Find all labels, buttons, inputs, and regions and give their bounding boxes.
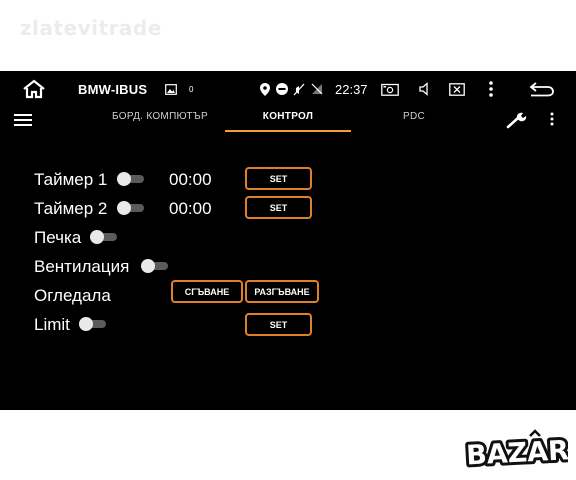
heater-label: Печка <box>34 228 82 247</box>
status-bar: BMW-IBUS 0 22:37 <box>0 71 576 107</box>
mirrors-label: Огледала <box>34 286 111 305</box>
timer1-time: 00:00 <box>169 170 212 189</box>
notification-count: 0 <box>189 84 194 94</box>
back-icon[interactable] <box>526 71 558 107</box>
svg-text:BAZAR: BAZAR <box>465 435 568 471</box>
timer1-set-button[interactable]: SET <box>245 167 312 190</box>
heater-toggle[interactable] <box>90 230 118 244</box>
limit-set-button[interactable]: SET <box>245 313 312 336</box>
wrench-icon[interactable] <box>506 111 528 129</box>
mute-icon <box>292 71 306 107</box>
mirrors-unfold-button[interactable]: РАЗГЪВАНЕ <box>245 280 319 303</box>
timer2-time: 00:00 <box>169 199 212 218</box>
ventilation-toggle[interactable] <box>141 259 169 273</box>
no-signal-icon <box>310 71 324 107</box>
timer1-toggle[interactable] <box>117 172 145 186</box>
hamburger-menu-icon[interactable] <box>14 113 32 127</box>
clock: 22:37 <box>335 81 368 97</box>
tab-bar: БОРД. КОМПЮТЪР КОНТРОЛ PDC <box>0 107 576 133</box>
active-tab-indicator <box>225 130 351 132</box>
location-icon <box>259 71 271 107</box>
volume-icon[interactable] <box>416 71 434 107</box>
timer2-toggle[interactable] <box>117 201 145 215</box>
tab-more-icon[interactable] <box>550 112 562 128</box>
timer2-label: Таймер 2 <box>34 199 108 218</box>
home-icon[interactable] <box>16 71 52 107</box>
do-not-disturb-icon <box>275 71 289 107</box>
more-vertical-icon[interactable] <box>484 71 498 107</box>
toggle-knob <box>117 172 131 186</box>
tab-pdc[interactable]: PDC <box>370 111 458 122</box>
limit-label: Limit <box>34 315 70 334</box>
watermark-text: zlatevitrade <box>20 16 162 40</box>
bazar-logo: BAZAR <box>462 428 573 475</box>
toggle-knob <box>79 317 93 331</box>
tab-control[interactable]: КОНТРОЛ <box>225 111 351 122</box>
tab-board-computer[interactable]: БОРД. КОМПЮТЪР <box>95 111 225 122</box>
toggle-knob <box>141 259 155 273</box>
image-icon <box>164 71 178 107</box>
toggle-knob <box>117 201 131 215</box>
close-window-icon[interactable] <box>448 71 466 107</box>
limit-toggle[interactable] <box>79 317 107 331</box>
screenshot-icon[interactable] <box>380 71 400 107</box>
timer2-set-button[interactable]: SET <box>245 196 312 219</box>
head-unit-screen: BMW-IBUS 0 22:37 БОРД. КОМПЮТЪР КОНТРОЛ … <box>0 71 576 410</box>
app-title: BMW-IBUS <box>78 81 148 97</box>
mirrors-fold-button[interactable]: СГЪВАНЕ <box>171 280 243 303</box>
toggle-knob <box>90 230 104 244</box>
ventilation-label: Вентилация <box>34 257 130 276</box>
timer1-label: Таймер 1 <box>34 170 108 189</box>
